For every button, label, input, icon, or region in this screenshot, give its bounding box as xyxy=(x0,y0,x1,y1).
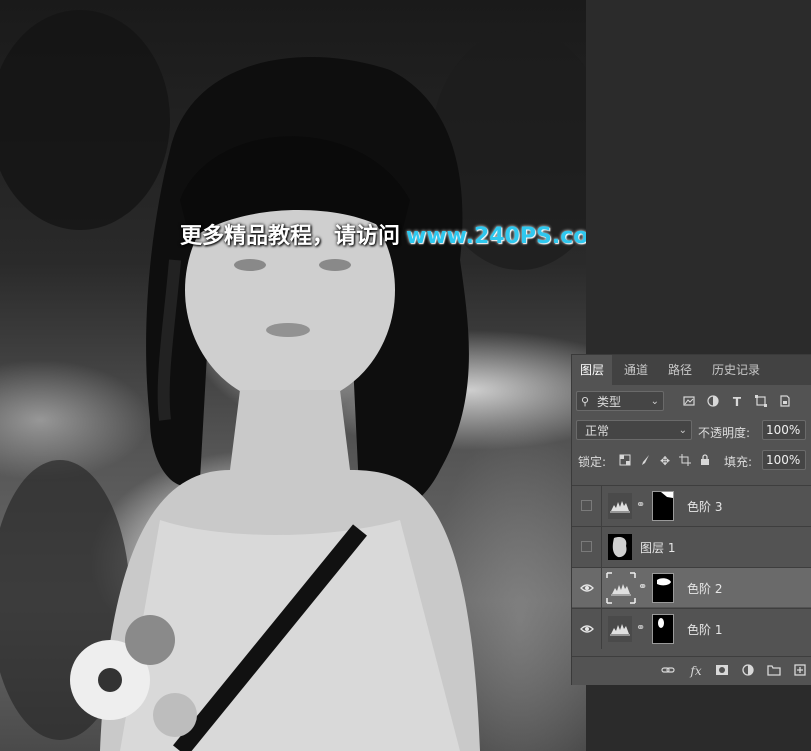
text-filter-icon[interactable]: T xyxy=(730,395,744,409)
tab-paths[interactable]: 路径 xyxy=(660,355,700,385)
canvas-photo: 更多精品教程，请访问www.240PS.com xyxy=(0,0,586,751)
blend-mode-value: 正常 xyxy=(585,424,610,438)
panel-tab-bar: 图层 通道 路径 历史记录 xyxy=(572,355,811,385)
visibility-toggle[interactable] xyxy=(572,527,602,567)
chain-link-icon[interactable]: ⚭ xyxy=(636,498,645,511)
link-layers-icon[interactable] xyxy=(660,663,676,679)
chevron-down-icon: ⌄ xyxy=(650,396,659,407)
tab-channels[interactable]: 通道 xyxy=(616,355,656,385)
lock-all-icon[interactable] xyxy=(698,454,712,468)
lock-artboard-icon[interactable] xyxy=(678,454,692,468)
watermark: 更多精品教程，请访问www.240PS.com xyxy=(180,218,586,250)
visibility-off-box xyxy=(581,500,592,511)
layer-row[interactable]: 图层 1 xyxy=(572,526,811,567)
smart-object-filter-icon[interactable] xyxy=(778,395,792,409)
watermark-url: www.240PS.com xyxy=(406,224,586,249)
adjustment-filter-icon[interactable] xyxy=(706,395,720,409)
chevron-down-icon: ⌄ xyxy=(678,425,687,436)
watermark-text: 更多精品教程，请访问 xyxy=(180,224,401,249)
lock-transparency-icon[interactable] xyxy=(618,454,632,468)
layers-list: ⚭ 色阶 3 图层 1 ⚭ 色阶 2 ⚭ 色阶 1 xyxy=(572,485,811,655)
layer-name[interactable]: 图层 1 xyxy=(640,539,675,556)
tab-layers[interactable]: 图层 xyxy=(572,355,612,385)
filter-row: ⚲ 类型 ⌄ T xyxy=(572,385,811,415)
layer-row[interactable]: ⚭ 色阶 1 xyxy=(572,608,811,649)
layer-thumbnail[interactable] xyxy=(608,534,632,560)
layers-panel: 图层 通道 路径 历史记录 ⚲ 类型 ⌄ T 正常 ⌄ 不透明度: 100% 锁… xyxy=(571,354,811,685)
search-icon: ⚲ xyxy=(581,395,590,408)
layer-row[interactable]: ⚭ 色阶 3 xyxy=(572,485,811,526)
fill-label: 填充: xyxy=(724,455,753,469)
layer-mask-thumbnail[interactable] xyxy=(652,491,674,521)
lock-label: 锁定: xyxy=(578,455,607,469)
opacity-input[interactable]: 100% xyxy=(762,420,806,440)
photo-illustration xyxy=(0,10,586,751)
lock-paint-icon[interactable] xyxy=(638,454,652,468)
layer-row[interactable]: ⚭ 色阶 2 xyxy=(572,567,811,608)
blend-row: 正常 ⌄ 不透明度: 100% xyxy=(572,415,811,445)
levels-adjustment-icon xyxy=(606,572,636,604)
image-filter-icon[interactable] xyxy=(682,395,696,409)
levels-adjustment-icon xyxy=(608,616,632,642)
lock-row: 锁定: ✥ 填充: 100% xyxy=(572,445,811,475)
new-layer-icon[interactable] xyxy=(792,663,808,679)
filter-type-label: 类型 xyxy=(597,395,622,409)
visibility-off-box xyxy=(581,541,592,552)
tab-history[interactable]: 历史记录 xyxy=(704,355,768,385)
layer-name[interactable]: 色阶 2 xyxy=(687,580,722,597)
chain-link-icon[interactable]: ⚭ xyxy=(636,621,645,634)
shape-filter-icon[interactable] xyxy=(754,395,768,409)
new-group-icon[interactable] xyxy=(766,663,782,679)
layer-mask-thumbnail[interactable] xyxy=(652,573,674,603)
levels-adjustment-icon xyxy=(608,493,632,519)
visibility-toggle[interactable] xyxy=(572,609,602,649)
fill-input[interactable]: 100% xyxy=(762,450,806,470)
visibility-toggle[interactable] xyxy=(572,486,602,526)
add-mask-icon[interactable] xyxy=(714,663,730,679)
filter-type-dropdown[interactable]: ⚲ 类型 ⌄ xyxy=(576,391,664,411)
eye-icon xyxy=(580,625,594,633)
opacity-label: 不透明度: xyxy=(698,426,751,440)
fx-icon[interactable]: fx xyxy=(688,663,704,679)
blend-mode-dropdown[interactable]: 正常 ⌄ xyxy=(576,420,692,440)
lock-position-icon[interactable]: ✥ xyxy=(658,454,672,468)
layer-mask-thumbnail[interactable] xyxy=(652,614,674,644)
visibility-toggle[interactable] xyxy=(572,568,602,608)
panel-footer: fx xyxy=(572,656,811,685)
layer-name[interactable]: 色阶 1 xyxy=(687,621,722,638)
new-adjustment-icon[interactable] xyxy=(740,663,756,679)
chain-link-icon[interactable]: ⚭ xyxy=(638,580,647,593)
eye-icon xyxy=(580,584,594,592)
layer-name[interactable]: 色阶 3 xyxy=(687,498,722,515)
